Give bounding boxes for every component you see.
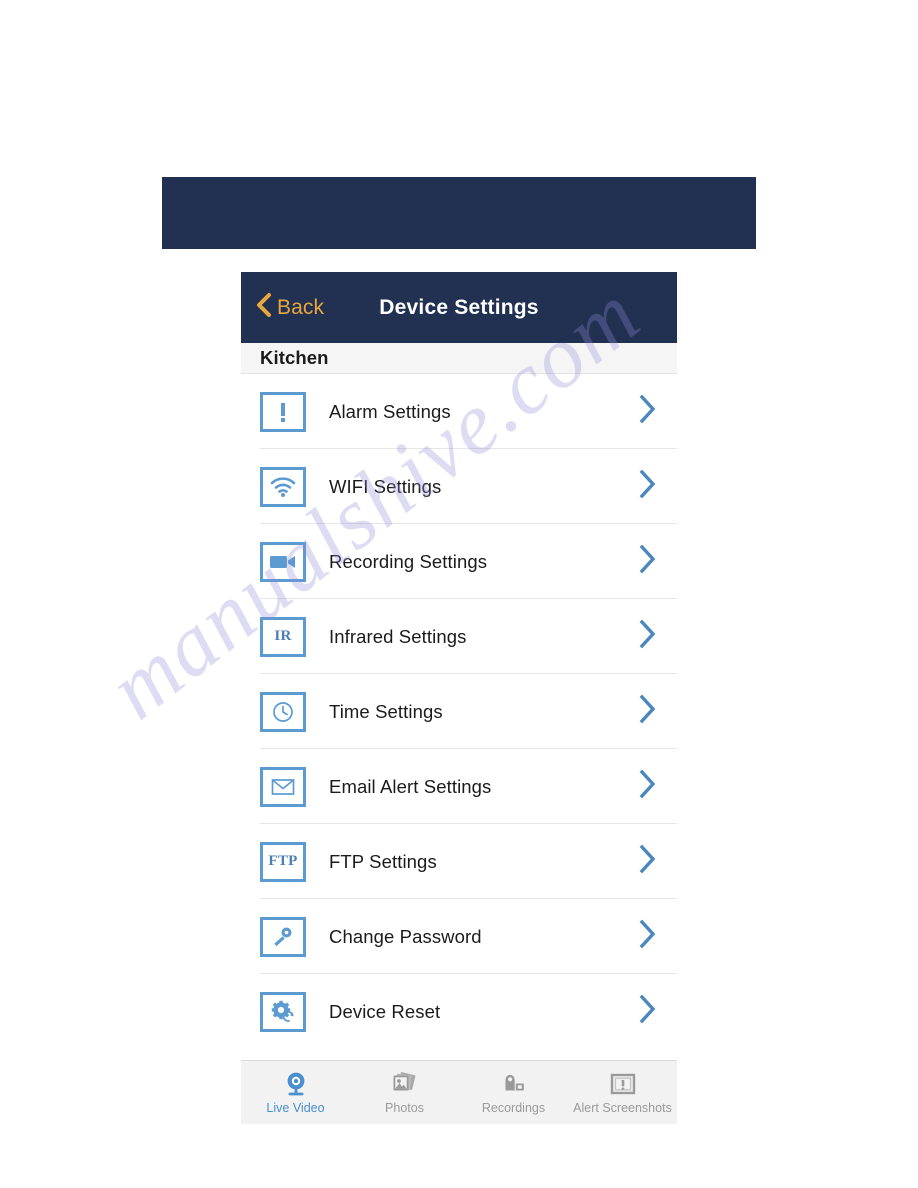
photo-stack-icon xyxy=(391,1070,419,1098)
list-item-wifi-settings[interactable]: WIFI Settings xyxy=(241,449,677,524)
gear-reset-icon xyxy=(260,991,306,1032)
tab-photos[interactable]: Photos xyxy=(350,1061,459,1124)
chevron-right-icon xyxy=(638,918,657,955)
section-header: Kitchen xyxy=(241,343,677,374)
chevron-right-icon xyxy=(638,618,657,655)
ftp-text-icon: FTP xyxy=(260,841,306,882)
tab-live-video[interactable]: Live Video xyxy=(241,1061,350,1124)
list-item-recording-settings[interactable]: Recording Settings xyxy=(241,524,677,599)
tab-alert-screenshots[interactable]: Alert Screenshots xyxy=(568,1061,677,1124)
phone-screen: Back Device Settings Kitchen Alarm Setti… xyxy=(241,272,677,1124)
webcam-icon xyxy=(282,1070,310,1098)
framed-alert-icon xyxy=(609,1070,637,1098)
top-banner xyxy=(162,177,756,249)
list-item-label: Recording Settings xyxy=(329,550,488,572)
envelope-icon xyxy=(260,766,306,807)
tab-label: Live Video xyxy=(266,1101,325,1115)
video-camera-icon xyxy=(260,541,306,582)
nav-bar: Back Device Settings xyxy=(241,272,677,343)
list-item-label: Change Password xyxy=(329,925,482,947)
chevron-right-icon xyxy=(638,843,657,880)
ir-text-icon-label: IR xyxy=(274,628,292,644)
chevron-right-icon xyxy=(638,993,657,1030)
list-item-label: FTP Settings xyxy=(329,850,437,872)
chevron-right-icon xyxy=(638,468,657,505)
ftp-text-icon-label: FTP xyxy=(268,853,298,869)
list-item-ftp-settings[interactable]: FTP FTP Settings xyxy=(241,824,677,899)
tab-recordings[interactable]: Recordings xyxy=(459,1061,568,1124)
wifi-icon xyxy=(260,466,306,507)
list-item-label: Email Alert Settings xyxy=(329,775,492,797)
tab-label: Photos xyxy=(385,1101,424,1115)
list-item-time-settings[interactable]: Time Settings xyxy=(241,674,677,749)
list-item-change-password[interactable]: Change Password xyxy=(241,899,677,974)
chevron-left-icon xyxy=(255,292,272,323)
list-item-label: Time Settings xyxy=(329,700,443,722)
chevron-right-icon xyxy=(638,393,657,430)
list-item-alarm-settings[interactable]: Alarm Settings xyxy=(241,374,677,449)
key-icon xyxy=(260,916,306,957)
clock-icon xyxy=(260,691,306,732)
camcorder-icon xyxy=(500,1070,528,1098)
list-item-email-alert-settings[interactable]: Email Alert Settings xyxy=(241,749,677,824)
back-label: Back xyxy=(277,295,325,319)
tab-bar: Live Video Photos Recordings Alert Scree… xyxy=(241,1060,677,1124)
list-item-label: Infrared Settings xyxy=(329,625,467,647)
list-item-label: WIFI Settings xyxy=(329,475,442,497)
alert-exclamation-icon xyxy=(260,391,306,432)
chevron-right-icon xyxy=(638,693,657,730)
chevron-right-icon xyxy=(638,768,657,805)
ir-text-icon: IR xyxy=(260,616,306,657)
tab-label: Recordings xyxy=(481,1101,546,1115)
list-item-infrared-settings[interactable]: IR Infrared Settings xyxy=(241,599,677,674)
section-header-label: Kitchen xyxy=(260,347,329,368)
list-item-device-reset[interactable]: Device Reset xyxy=(241,974,677,1049)
list-item-label: Device Reset xyxy=(329,1000,441,1022)
settings-list: Alarm Settings WIFI Settings Recording S… xyxy=(241,374,677,1049)
back-button[interactable]: Back xyxy=(255,292,324,323)
chevron-right-icon xyxy=(638,543,657,580)
tab-label: Alert Screenshots xyxy=(573,1101,672,1115)
list-item-label: Alarm Settings xyxy=(329,400,451,422)
